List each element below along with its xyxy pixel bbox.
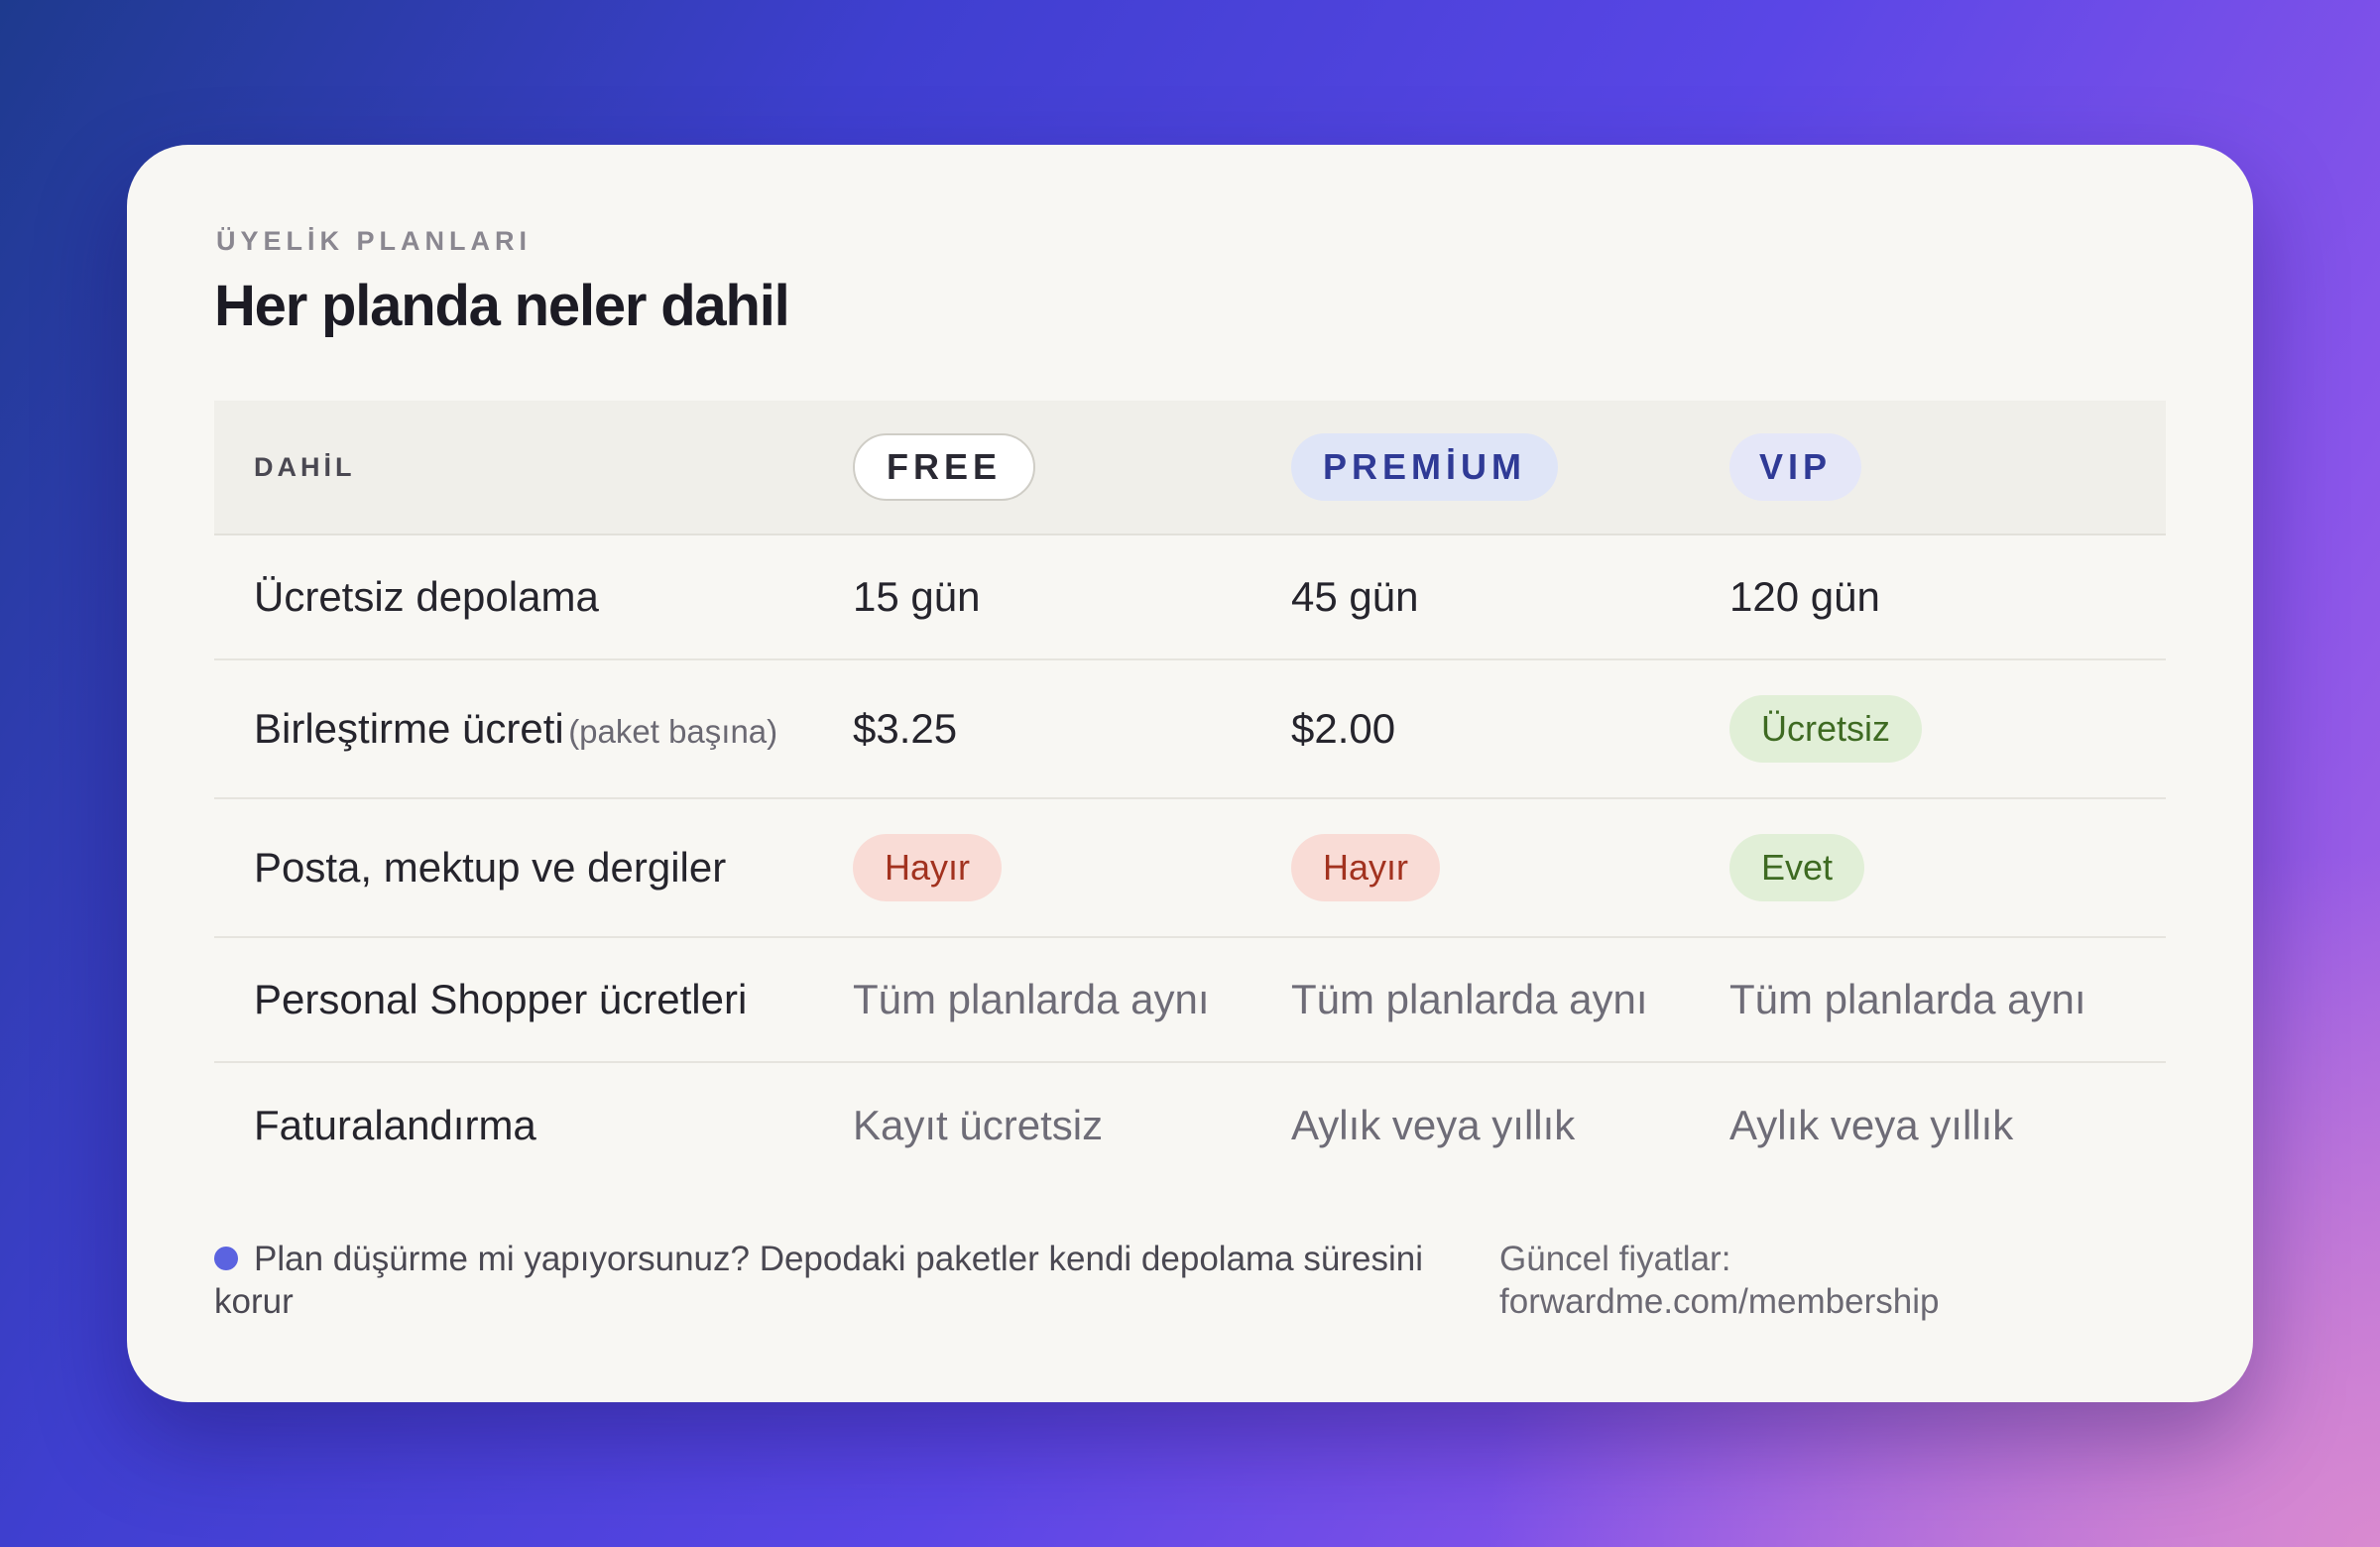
- free-value-cell: Hayır: [853, 834, 1291, 901]
- free-storage-value: 15 gün: [853, 573, 981, 620]
- current-prices: Güncel fiyatlar: forwardme.com/membershi…: [1499, 1238, 2055, 1323]
- page-title: Her planda neler dahil: [214, 274, 790, 338]
- feature-cell: Faturalandırma: [214, 1102, 853, 1149]
- premium-mail-no-badge: Hayır: [1291, 834, 1441, 901]
- premium-shopper-value: Tüm planlarda aynı: [1291, 976, 1648, 1022]
- premium-billing-value: Aylık veya yıllık: [1291, 1102, 1576, 1148]
- premium-value-cell: $2.00: [1291, 705, 1729, 753]
- feature-label: Faturalandırma: [254, 1102, 536, 1148]
- vip-value-cell: Ücretsiz: [1729, 695, 2166, 763]
- downgrade-note-text: Plan düşürme mi yapıyorsunuz? Depodaki p…: [214, 1240, 1423, 1321]
- feature-cell: Ücretsiz depolama: [214, 573, 853, 621]
- table-row: Faturalandırma Kayıt ücretsiz Aylık veya…: [214, 1063, 2166, 1188]
- free-value-cell: $3.25: [853, 705, 1291, 753]
- free-shopper-value: Tüm planlarda aynı: [853, 976, 1210, 1022]
- header-vip-cell: VIP: [1729, 433, 2166, 501]
- header-feature-label: DAHİL: [254, 451, 356, 482]
- vip-consolidation-free-badge: Ücretsiz: [1729, 695, 1923, 763]
- free-billing-value: Kayıt ücretsiz: [853, 1102, 1104, 1148]
- premium-value-cell: Hayır: [1291, 834, 1729, 901]
- vip-value-cell: Aylık veya yıllık: [1729, 1102, 2166, 1149]
- bullet-dot-icon: [214, 1246, 238, 1270]
- feature-cell: Birleştirme ücreti (paket başına): [214, 705, 853, 753]
- feature-label: Personal Shopper ücretleri: [254, 976, 748, 1022]
- downgrade-note: Plan düşürme mi yapıyorsunuz? Depodaki p…: [214, 1238, 1493, 1323]
- premium-consolidation-fee: $2.00: [1291, 705, 1396, 752]
- vip-storage-value: 120 gün: [1729, 573, 1880, 620]
- vip-mail-yes-badge: Evet: [1729, 834, 1865, 901]
- feature-label: Birleştirme ücreti: [254, 705, 564, 752]
- feature-label: Posta, mektup ve dergiler: [254, 844, 727, 891]
- membership-card: ÜYELİK PLANLARI Her planda neler dahil D…: [127, 145, 2253, 1402]
- vip-billing-value: Aylık veya yıllık: [1729, 1102, 2014, 1148]
- table-row: Ücretsiz depolama 15 gün 45 gün 120 gün: [214, 536, 2166, 660]
- premium-value-cell: Aylık veya yıllık: [1291, 1102, 1729, 1149]
- plans-comparison-table: DAHİL FREE PREMİUM VIP Ücretsiz depolama…: [214, 401, 2166, 1188]
- vip-value-cell: 120 gün: [1729, 573, 2166, 621]
- tier-badge-premium: PREMİUM: [1291, 433, 1558, 501]
- table-row: Birleştirme ücreti (paket başına) $3.25 …: [214, 660, 2166, 799]
- premium-storage-value: 45 gün: [1291, 573, 1419, 620]
- premium-value-cell: 45 gün: [1291, 573, 1729, 621]
- free-consolidation-fee: $3.25: [853, 705, 958, 752]
- membership-link[interactable]: forwardme.com/membership: [1499, 1280, 2055, 1323]
- table-row: Personal Shopper ücretleri Tüm planlarda…: [214, 938, 2166, 1063]
- vip-value-cell: Evet: [1729, 834, 2166, 901]
- tier-badge-vip: VIP: [1729, 433, 1862, 501]
- feature-label: Ücretsiz depolama: [254, 573, 599, 620]
- feature-cell: Personal Shopper ücretleri: [214, 976, 853, 1023]
- vip-shopper-value: Tüm planlarda aynı: [1729, 976, 2086, 1022]
- eyebrow-label: ÜYELİK PLANLARI: [216, 226, 532, 256]
- header-premium-cell: PREMİUM: [1291, 433, 1729, 501]
- free-mail-no-badge: Hayır: [853, 834, 1003, 901]
- feature-note: (paket başına): [568, 713, 778, 750]
- current-prices-label: Güncel fiyatlar:: [1499, 1240, 1731, 1278]
- header-free-cell: FREE: [853, 433, 1291, 501]
- free-value-cell: Tüm planlarda aynı: [853, 976, 1291, 1023]
- vip-value-cell: Tüm planlarda aynı: [1729, 976, 2166, 1023]
- header-feature-cell: DAHİL: [214, 452, 853, 483]
- table-header-row: DAHİL FREE PREMİUM VIP: [214, 401, 2166, 536]
- premium-value-cell: Tüm planlarda aynı: [1291, 976, 1729, 1023]
- feature-cell: Posta, mektup ve dergiler: [214, 844, 853, 892]
- tier-badge-free: FREE: [853, 433, 1036, 501]
- free-value-cell: Kayıt ücretsiz: [853, 1102, 1291, 1149]
- table-row: Posta, mektup ve dergiler Hayır Hayır Ev…: [214, 799, 2166, 938]
- free-value-cell: 15 gün: [853, 573, 1291, 621]
